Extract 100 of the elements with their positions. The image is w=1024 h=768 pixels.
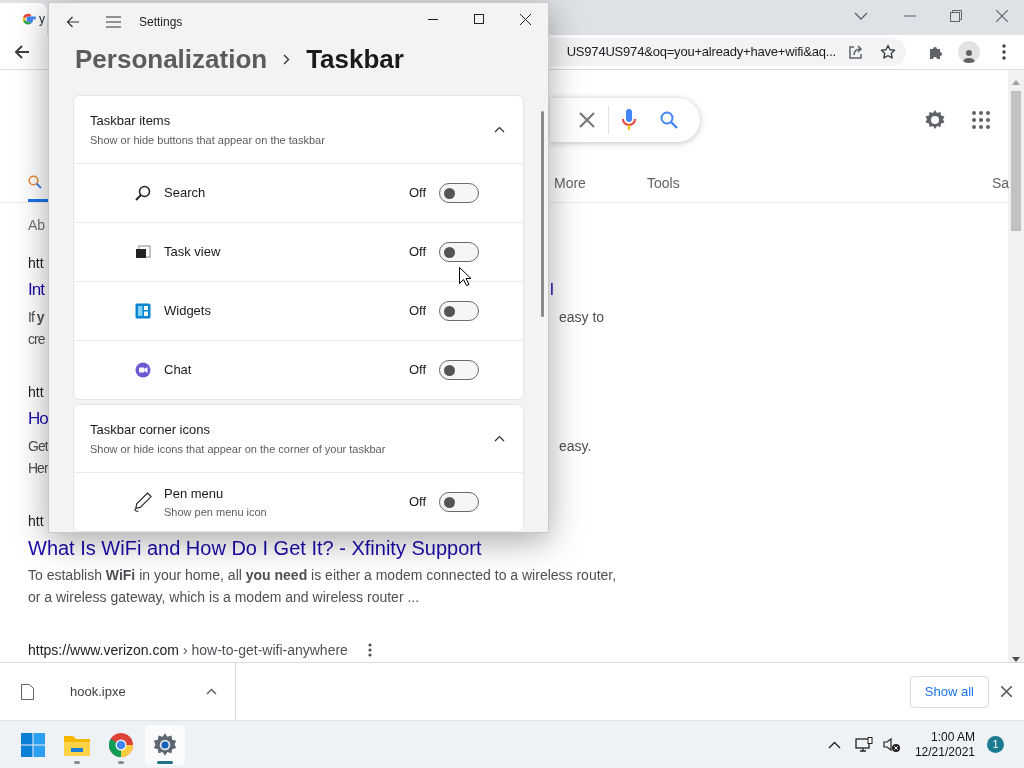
search-tab[interactable]: Tools: [647, 173, 680, 194]
result-title-link[interactable]: What Is WiFi and How Do I Get It? - Xfinity Support: [28, 533, 482, 563]
windows-logo-icon: [21, 732, 45, 757]
section-subtitle: Show or hide icons that appear on the corner of your taskbar: [90, 442, 387, 457]
result-snippet: easy.: [559, 437, 592, 456]
minimize-icon: [428, 18, 438, 20]
back-arrow-icon[interactable]: [66, 15, 80, 28]
result-stats-text: Ab: [28, 215, 46, 235]
clear-icon[interactable]: [579, 112, 595, 128]
clock[interactable]: 1:00 AM 12/21/2021: [914, 729, 975, 760]
more-options-icon[interactable]: [367, 643, 372, 657]
file-icon: [21, 683, 34, 700]
result-snippet: To establish WiFi in your home, all you need is either a modem connected to a wireless router, or a wireless gateway, which is a modem and wireless router ...: [28, 566, 618, 607]
settings-scrollbar[interactable]: [541, 111, 544, 317]
close-icon: [519, 13, 531, 25]
puzzle-icon[interactable]: [928, 44, 944, 60]
network-monitor-icon[interactable]: [854, 736, 873, 753]
tab-search-chevron-icon[interactable]: [854, 11, 868, 21]
microphone-icon[interactable]: [622, 109, 636, 131]
setting-label: Pen menu: [164, 485, 225, 503]
chevron-up-icon[interactable]: [494, 126, 505, 133]
result-title-link[interactable]: Ho: [28, 406, 48, 432]
address-text: US974US974&oq=you+already+have+wifi&aq...: [566, 43, 836, 62]
chevron-up-icon[interactable]: [827, 740, 841, 749]
result-title-link[interactable]: Int: [28, 277, 44, 303]
section-subtitle: Show or hide buttons that appear on the taskbar: [90, 133, 326, 148]
section-header[interactable]: Taskbar items Show or hide buttons that appear on the taskbar: [74, 96, 523, 163]
task-view-icon: [135, 245, 151, 259]
settings-gear-icon[interactable]: [924, 109, 946, 131]
toggle-switch[interactable]: [439, 360, 479, 380]
section-header[interactable]: Taskbar corner icons Show or hide icons that appear on the corner of your taskbar: [74, 405, 523, 472]
toggle-switch[interactable]: [439, 242, 479, 262]
close-icon[interactable]: [996, 10, 1008, 22]
result-url: htt: [28, 253, 44, 273]
apps-grid-icon[interactable]: [972, 111, 990, 129]
result-url: htt: [28, 511, 44, 531]
chevron-right-icon: [283, 54, 291, 65]
person-icon: [962, 49, 976, 63]
toggle-switch[interactable]: [439, 492, 479, 512]
speaker-muted-icon[interactable]: [882, 736, 901, 753]
section-title: Taskbar items: [90, 111, 172, 130]
chevron-up-icon[interactable]: [494, 435, 505, 442]
browser-tab[interactable]: y: [0, 3, 47, 35]
result-snippet: If y: [28, 308, 44, 327]
search-tab[interactable]: Sa: [992, 173, 1010, 194]
setting-label: Widgets: [164, 302, 212, 321]
setting-label: Chat: [164, 361, 193, 380]
setting-label: Task view: [164, 243, 222, 262]
section-title: Taskbar corner icons: [90, 420, 211, 439]
close-icon[interactable]: [1001, 686, 1012, 697]
maximize-icon: [474, 14, 484, 24]
result-url: htt: [28, 382, 44, 402]
result-snippet: cre: [28, 330, 45, 349]
search-tab[interactable]: More: [554, 173, 586, 194]
search-box[interactable]: [550, 98, 700, 142]
result-title-link[interactable]: l: [550, 277, 554, 303]
setting-label: Search: [164, 184, 207, 203]
time-text: 1:00 AM: [930, 729, 975, 745]
scrollbar-thumb[interactable]: [1011, 91, 1021, 231]
result-url: https://www.verizon.com: [28, 640, 179, 660]
notification-badge[interactable]: 1: [987, 736, 1004, 753]
toggle-state-text: Off: [408, 184, 426, 203]
restore-icon[interactable]: [950, 10, 962, 22]
toggle-state-text: Off: [408, 361, 426, 380]
share-icon[interactable]: [848, 44, 864, 60]
toggle-switch[interactable]: [439, 301, 479, 321]
window-title: Settings: [139, 13, 183, 31]
back-arrow-icon[interactable]: [14, 44, 30, 60]
chat-icon: [135, 362, 151, 378]
toggle-state-text: Off: [408, 243, 426, 262]
cursor-icon: [459, 267, 471, 286]
page-scrollbar[interactable]: [1008, 70, 1024, 662]
folder-icon: [64, 733, 90, 756]
browser-logo-icon: [109, 732, 133, 757]
breadcrumb-link[interactable]: Personalization: [75, 40, 268, 79]
gear-icon: [152, 731, 178, 758]
taskbar-app-button[interactable]: [145, 724, 185, 765]
bookmark-star-icon[interactable]: [880, 44, 896, 60]
search-icon: [135, 185, 151, 201]
result-snippet: easy to: [559, 308, 605, 327]
toggle-switch[interactable]: [439, 183, 479, 203]
setting-description: Show pen menu icon: [164, 504, 268, 520]
toggle-state-text: Off: [408, 302, 426, 321]
result-snippet: Her: [28, 459, 48, 478]
menu-icon[interactable]: [106, 15, 121, 28]
google-logo-icon: [20, 11, 36, 27]
page-title: Taskbar: [306, 43, 404, 76]
profile-avatar[interactable]: [958, 41, 980, 63]
search-icon: [28, 174, 42, 189]
chevron-up-icon[interactable]: [206, 688, 217, 695]
widgets-icon: [135, 303, 151, 319]
more-menu-icon[interactable]: [1002, 44, 1006, 60]
date-text: 12/21/2021: [914, 744, 975, 760]
result-snippet: Get: [28, 437, 48, 456]
search-icon[interactable]: [660, 111, 678, 129]
pen-icon: [134, 491, 152, 513]
show-all-button[interactable]: Show all: [909, 675, 989, 708]
address-bar[interactable]: US974US974&oq=you+already+have+wifi&aq...: [550, 38, 906, 66]
result-url-path: › how-to-get-wifi-anywhere: [182, 640, 348, 660]
toggle-state-text: Off: [408, 493, 426, 512]
